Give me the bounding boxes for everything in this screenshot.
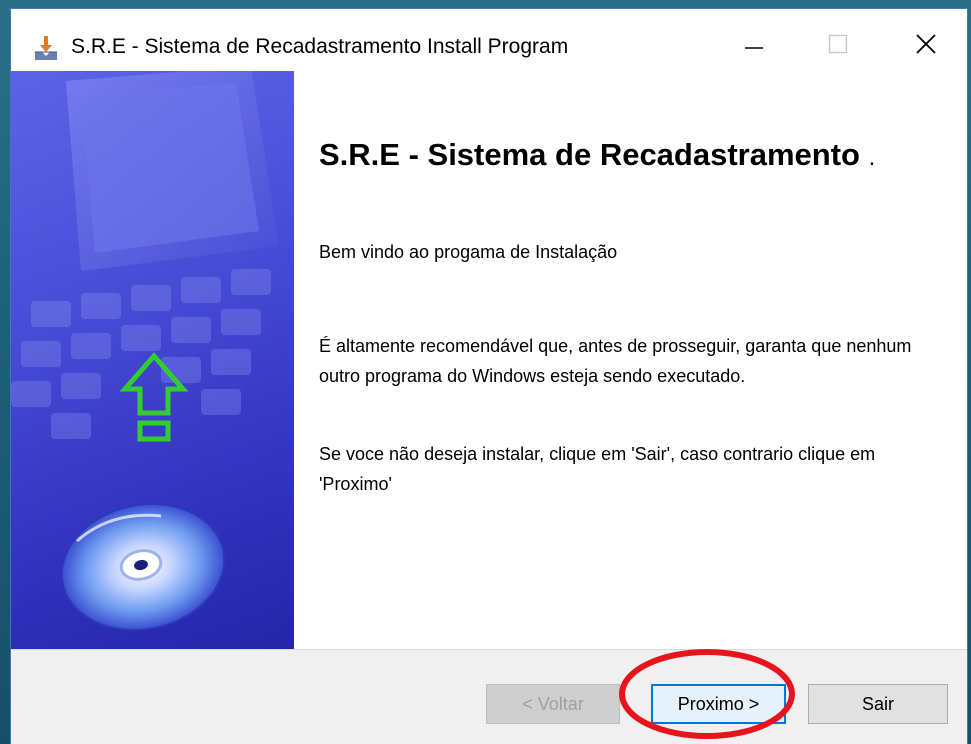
back-button: < Voltar	[486, 684, 620, 724]
minimize-icon	[744, 34, 764, 59]
close-icon	[915, 33, 937, 60]
installer-download-icon	[33, 35, 59, 61]
window-title: S.R.E - Sistema de Recadastramento Insta…	[71, 35, 569, 58]
page-title-text: S.R.E - Sistema de Recadastramento	[319, 137, 860, 172]
installer-window: S.R.E - Sistema de Recadastramento Insta…	[10, 8, 968, 744]
welcome-text: Bem vindo ao progama de Instalação	[319, 242, 618, 262]
next-button[interactable]: Proximo >	[651, 684, 786, 724]
maximize-button	[807, 23, 869, 69]
page-title-suffix: .	[868, 144, 876, 171]
instructions-text: Se voce não deseja instalar, clique em '…	[319, 444, 876, 494]
wizard-content-panel: S.R.E - Sistema de Recadastramento . Bem…	[294, 71, 967, 649]
recommendation-text: É altamente recomendável que, antes de p…	[319, 336, 912, 386]
minimize-button[interactable]	[723, 23, 785, 69]
wizard-footer: < Voltar Proximo > Sair	[11, 649, 967, 744]
close-button[interactable]	[895, 23, 957, 69]
wizard-sidebar-banner	[11, 71, 294, 649]
monitor-graphic	[66, 71, 279, 271]
exit-button[interactable]: Sair	[808, 684, 948, 724]
cd-disc-icon	[60, 503, 226, 631]
page-title: S.R.E - Sistema de Recadastramento .	[319, 137, 875, 173]
maximize-icon	[828, 34, 848, 59]
title-bar[interactable]: S.R.E - Sistema de Recadastramento Insta…	[11, 9, 967, 69]
